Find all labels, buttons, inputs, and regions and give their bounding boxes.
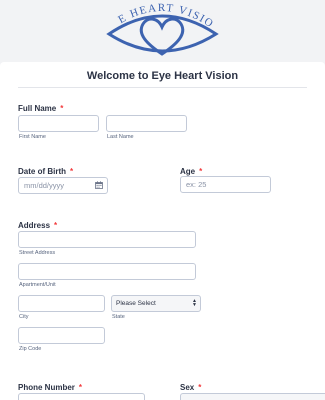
state-sublabel: State	[112, 314, 125, 320]
header-logo-area: EYE HEART VISION	[0, 0, 325, 62]
first-name-sublabel: First Name	[19, 134, 46, 140]
zip-code-sublabel: Zip Code	[19, 346, 42, 352]
age-input[interactable]: ex: 25	[180, 176, 271, 193]
required-mark: *	[198, 383, 202, 392]
phone-label: Phone Number *	[18, 383, 82, 392]
city-sublabel: City	[19, 314, 29, 320]
address-label: Address *	[18, 221, 57, 230]
last-name-sublabel: Last Name	[107, 134, 134, 140]
dob-label: Date of Birth *	[18, 167, 73, 176]
title-divider	[18, 87, 307, 88]
age-label-text: Age	[180, 167, 196, 176]
apartment-sublabel: Apartment/Unit	[19, 282, 56, 288]
full-name-label-text: Full Name	[18, 104, 57, 113]
state-select[interactable]: Please Select ▲ ▼	[111, 295, 201, 312]
required-mark: *	[199, 167, 203, 176]
first-name-input[interactable]	[18, 115, 99, 132]
dob-placeholder: mm/dd/yyyy	[24, 181, 65, 190]
address-label-text: Address	[18, 221, 51, 230]
required-mark: *	[70, 167, 74, 176]
form-title: Welcome to Eye Heart Vision	[86, 70, 239, 82]
required-mark: *	[54, 221, 58, 230]
apartment-input[interactable]	[18, 263, 196, 280]
sex-label: Sex *	[180, 383, 201, 392]
required-mark: *	[60, 104, 64, 113]
state-select-value: Please Select	[116, 300, 156, 307]
last-name-input[interactable]	[106, 115, 187, 132]
phone-label-text: Phone Number	[18, 383, 75, 392]
sex-select[interactable]	[180, 393, 325, 400]
phone-input[interactable]	[18, 393, 145, 400]
street-address-input[interactable]	[18, 231, 196, 248]
age-label: Age *	[180, 167, 202, 176]
required-mark: *	[78, 383, 83, 392]
full-name-label: Full Name *	[18, 104, 63, 113]
select-arrows-icon: ▲ ▼	[192, 298, 197, 308]
calendar-icon[interactable]	[95, 181, 103, 189]
zip-code-input[interactable]	[18, 327, 105, 344]
street-address-sublabel: Street Address	[19, 250, 56, 256]
age-placeholder: ex: 25	[186, 180, 207, 189]
sex-label-text: Sex	[180, 383, 195, 392]
form-card: Welcome to Eye Heart Vision Full Name * F…	[0, 62, 325, 400]
dob-input[interactable]: mm/dd/yyyy	[18, 177, 108, 194]
dob-label-text: Date of Birth	[18, 167, 66, 176]
city-input[interactable]	[18, 295, 105, 312]
eye-heart-logo-icon: EYE HEART VISION	[105, 0, 219, 56]
